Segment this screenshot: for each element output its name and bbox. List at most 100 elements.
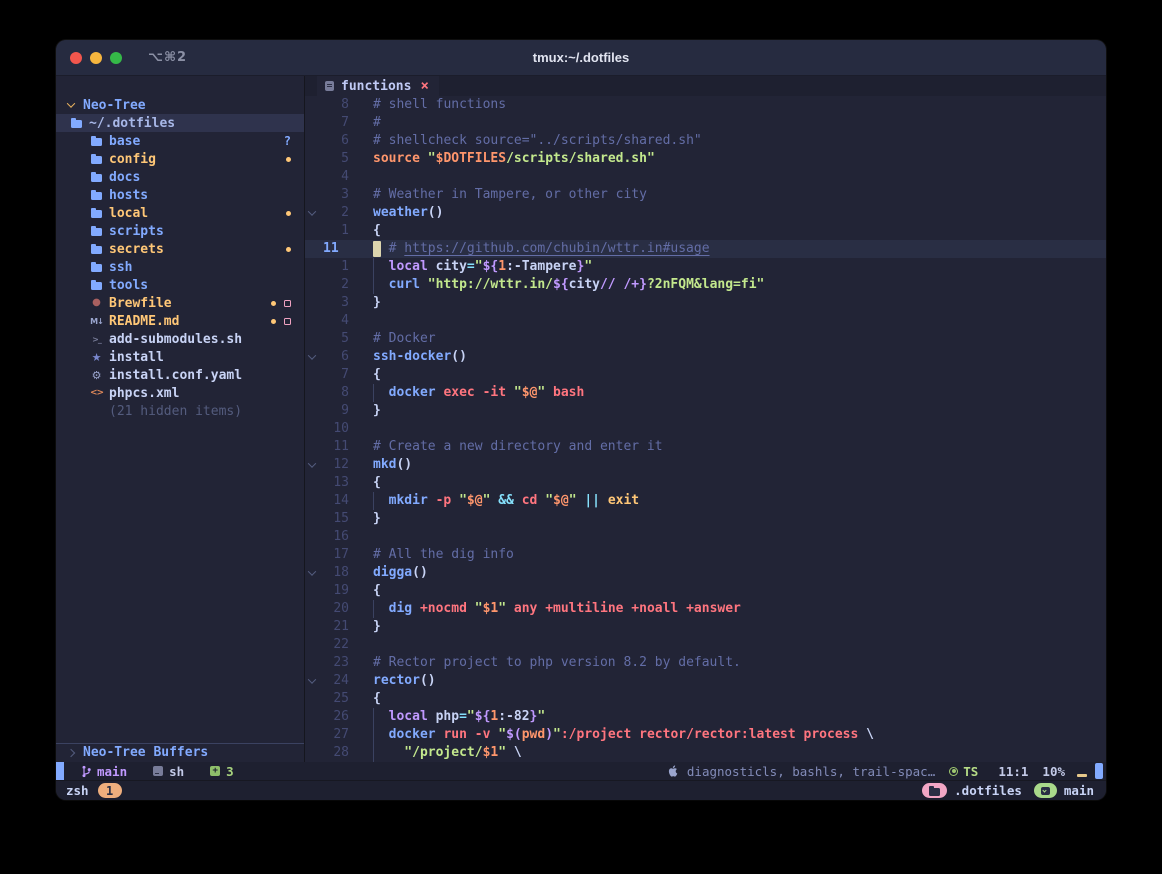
tree-item-secrets[interactable]: secrets <box>56 240 304 258</box>
code-line[interactable]: 4 <box>305 168 1106 186</box>
tmux-window-name[interactable]: zsh <box>66 783 89 798</box>
neo-tree-title: Neo-Tree <box>83 98 146 113</box>
fold-chevron-icon[interactable] <box>305 462 319 468</box>
code-line[interactable]: 11# Create a new directory and enter it <box>305 438 1106 456</box>
folder-icon <box>90 280 103 290</box>
folder-icon <box>90 208 103 218</box>
tree-item-label: hosts <box>109 188 148 203</box>
line-number: 11 <box>319 240 349 258</box>
line-text: } <box>373 402 381 420</box>
line-text: } <box>373 510 381 528</box>
tree-item-ssh[interactable]: ssh <box>56 258 304 276</box>
tree-item-readme.md[interactable]: M↓ README.md <box>56 312 304 330</box>
close-window-button[interactable] <box>70 52 82 64</box>
line-number: 1 <box>319 258 349 276</box>
tree-item--21-hidden-items-[interactable]: (21 hidden items) <box>56 402 304 420</box>
code-line[interactable]: 21} <box>305 618 1106 636</box>
code-area[interactable]: 8 # shell functions7#6# shellcheck source… <box>305 96 1106 762</box>
code-line[interactable]: 2curl "http://wttr.in/${city// /+}?2nFQM… <box>305 276 1106 294</box>
code-line[interactable]: 17 # All the dig info <box>305 546 1106 564</box>
code-line[interactable]: 7{ <box>305 366 1106 384</box>
code-line[interactable]: 22 <box>305 636 1106 654</box>
tree-item-tools[interactable]: tools <box>56 276 304 294</box>
neo-tree-buffers-header[interactable]: Neo-Tree Buffers <box>56 743 304 761</box>
tmux-window-index-badge[interactable]: 1 <box>98 783 122 798</box>
tree-item-brewfile[interactable]: ●Brewfile <box>56 294 304 312</box>
line-number: 8 <box>319 96 349 114</box>
code-line[interactable]: 6ssh-docker() <box>305 348 1106 366</box>
fold-chevron-icon[interactable] <box>305 678 319 684</box>
code-line[interactable]: 18digga() <box>305 564 1106 582</box>
line-number: 17 <box>319 546 349 564</box>
code-line[interactable]: 3# Weather in Tampere, or other city <box>305 186 1106 204</box>
code-line-current[interactable]: 11 # https://github.com/chubin/wttr.in#u… <box>305 240 1106 258</box>
code-line[interactable]: 9} <box>305 402 1106 420</box>
tmux-session-label[interactable]: main <box>1064 783 1094 798</box>
line-text: docker run -v "$(pwd)":/project rector/r… <box>373 726 874 744</box>
neo-tree-header[interactable]: Neo-Tree <box>56 96 304 114</box>
code-line[interactable]: 7# <box>305 114 1106 132</box>
tree-item-phpcs.xml[interactable]: <>phpcs.xml <box>56 384 304 402</box>
xml-icon: <> <box>90 388 103 398</box>
zoom-window-button[interactable] <box>110 52 122 64</box>
code-line[interactable]: 4 <box>305 312 1106 330</box>
git-branch-group: main <box>82 764 127 779</box>
tmux-right-status: .dotfiles main <box>922 783 1094 798</box>
code-line[interactable]: 8docker exec -it "$@" bash <box>305 384 1106 402</box>
code-line[interactable]: 1local city="${1:-Tampere}" <box>305 258 1106 276</box>
chevron-right-icon <box>64 750 77 756</box>
line-number: 5 <box>319 330 349 348</box>
code-line[interactable]: 25{ <box>305 690 1106 708</box>
tree-item-add-submodules.sh[interactable]: >_add-submodules.sh <box>56 330 304 348</box>
line-number: 7 <box>319 366 349 384</box>
fold-chevron-icon[interactable] <box>305 354 319 360</box>
code-line[interactable]: 14mkdir -p "$@" && cd "$@" || exit <box>305 492 1106 510</box>
code-line[interactable]: 15} <box>305 510 1106 528</box>
tree-item--.dotfiles[interactable]: ~/.dotfiles <box>56 114 304 132</box>
code-line[interactable]: 3} <box>305 294 1106 312</box>
code-line[interactable]: 27docker run -v "$(pwd)":/project rector… <box>305 726 1106 744</box>
markdown-icon: M↓ <box>90 317 103 326</box>
tab-functions[interactable]: functions × <box>317 76 439 96</box>
tree-item-label: README.md <box>109 314 179 329</box>
code-line[interactable]: 8 # shell functions <box>305 96 1106 114</box>
code-line[interactable]: 5source "$DOTFILES/scripts/shared.sh" <box>305 150 1106 168</box>
tree-item-docs[interactable]: docs <box>56 168 304 186</box>
minimize-window-button[interactable] <box>90 52 102 64</box>
line-number: 14 <box>319 492 349 510</box>
tree-item-install[interactable]: ★install <box>56 348 304 366</box>
line-text: # Docker <box>373 330 436 348</box>
git-modified-icon <box>286 211 291 216</box>
fold-chevron-icon[interactable] <box>305 570 319 576</box>
code-line[interactable]: 26local php="${1:-82}" <box>305 708 1106 726</box>
code-line[interactable]: 19{ <box>305 582 1106 600</box>
titlebar[interactable]: ⌥⌘2 tmux:~/.dotfiles <box>56 40 1106 76</box>
code-line[interactable]: 12mkd() <box>305 456 1106 474</box>
code-line[interactable]: 16 <box>305 528 1106 546</box>
code-line[interactable]: 28 "/project/$1" \ <box>305 744 1106 762</box>
git-added-group: 3 <box>210 764 234 779</box>
fold-chevron-icon[interactable] <box>305 210 319 216</box>
tree-item-install.conf.yaml[interactable]: ⚙install.conf.yaml <box>56 366 304 384</box>
line-text: { <box>373 582 381 600</box>
code-line[interactable]: 24rector() <box>305 672 1106 690</box>
code-line[interactable]: 13{ <box>305 474 1106 492</box>
tree-item-hosts[interactable]: hosts <box>56 186 304 204</box>
code-line[interactable]: 1{ <box>305 222 1106 240</box>
line-number: 12 <box>319 456 349 474</box>
line-number: 4 <box>319 168 349 186</box>
code-line[interactable]: 20dig +nocmd "$1" any +multiline +noall … <box>305 600 1106 618</box>
line-text: # shell functions <box>373 96 506 114</box>
tree-item-local[interactable]: local <box>56 204 304 222</box>
code-line[interactable]: 6# shellcheck source="../scripts/shared.… <box>305 132 1106 150</box>
tree-item-base[interactable]: base? <box>56 132 304 150</box>
code-line[interactable]: 10 <box>305 420 1106 438</box>
code-line[interactable]: 2weather() <box>305 204 1106 222</box>
tree-item-config[interactable]: config <box>56 150 304 168</box>
star-icon: ★ <box>90 352 103 363</box>
line-text: # All the dig info <box>373 546 514 564</box>
tree-item-scripts[interactable]: scripts <box>56 222 304 240</box>
code-line[interactable]: 23# Rector project to php version 8.2 by… <box>305 654 1106 672</box>
code-line[interactable]: 5 # Docker <box>305 330 1106 348</box>
close-icon[interactable]: × <box>420 78 428 94</box>
